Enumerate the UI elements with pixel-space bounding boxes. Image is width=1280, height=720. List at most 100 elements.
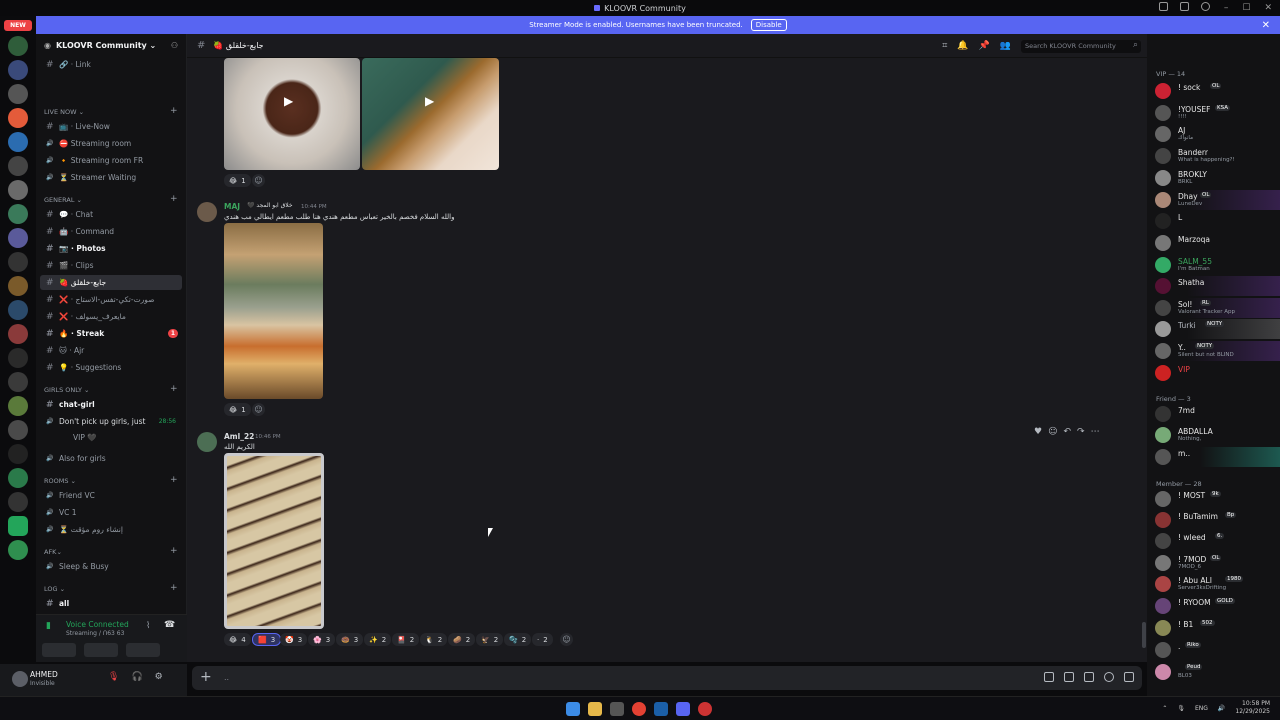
member-item[interactable]: Sol! RL Valorant Tracker App: [1147, 298, 1280, 318]
member-list-icon[interactable]: 👥: [1000, 41, 1011, 51]
channel-item[interactable]: 🔊 Also for girls: [40, 451, 182, 466]
chat-scrollbar[interactable]: [1142, 622, 1146, 648]
file-explorer-icon[interactable]: [588, 702, 602, 716]
disconnect-icon[interactable]: ☎: [164, 620, 175, 630]
server-icon[interactable]: [8, 180, 28, 200]
image-attachment[interactable]: [224, 223, 323, 399]
guild-header[interactable]: ◉ KLOOVR Community ⌄ ⚇: [36, 34, 186, 56]
play-icon[interactable]: ▶: [284, 94, 293, 108]
mic-tray-icon[interactable]: 🎙: [1177, 705, 1185, 712]
server-icon[interactable]: [8, 420, 28, 440]
add-channel-icon[interactable]: +: [170, 384, 178, 394]
member-item[interactable]: AJ مانواك: [1147, 124, 1280, 144]
reaction-chip[interactable]: 🎴 2: [392, 633, 420, 646]
tray-chevron-icon[interactable]: ⌃: [1162, 705, 1167, 712]
video-thumbnail[interactable]: [224, 58, 360, 170]
discord-taskbar-icon[interactable]: [676, 702, 690, 716]
channel-item[interactable]: # all: [40, 596, 182, 611]
add-channel-icon[interactable]: +: [170, 546, 178, 556]
category-general[interactable]: GENERAL ⌄ +: [44, 194, 178, 204]
add-channel-icon[interactable]: +: [170, 583, 178, 593]
new-badge[interactable]: NEW: [4, 20, 32, 31]
server-icon[interactable]: [8, 156, 28, 176]
channel-item[interactable]: 🔊 ⏳ Streamer Waiting: [40, 170, 182, 185]
channel-item[interactable]: # 🐱 · Ajr: [40, 343, 182, 358]
add-channel-icon[interactable]: +: [170, 106, 178, 116]
channel-item[interactable]: 🔊 Friend VC: [40, 488, 182, 503]
steam-icon[interactable]: [654, 702, 668, 716]
reaction-chip[interactable]: 🦅 2: [476, 633, 504, 646]
composer-placeholder[interactable]: ..: [224, 673, 229, 682]
reaction-chip[interactable]: 😂 4: [224, 633, 251, 646]
pin-icon[interactable]: [1159, 2, 1168, 11]
channel-item[interactable]: # 🍓 جايع-خلقلق: [40, 275, 182, 290]
member-item[interactable]: ! sock OL: [1147, 81, 1280, 101]
server-icon[interactable]: [8, 444, 28, 464]
close-banner-icon[interactable]: ✕: [1262, 20, 1270, 31]
server-icon[interactable]: [8, 132, 28, 152]
reaction-chip[interactable]: 🐧 2: [420, 633, 448, 646]
server-icon[interactable]: [8, 108, 28, 128]
member-item[interactable]: L: [1147, 211, 1280, 231]
server-icon[interactable]: [8, 60, 28, 80]
channel-item[interactable]: # 🤖 · Command: [40, 224, 182, 239]
member-item[interactable]: Peud BL03: [1147, 662, 1280, 682]
channel-item[interactable]: # chat-girl: [40, 397, 182, 412]
reaction-chip[interactable]: ✨ 2: [364, 633, 392, 646]
member-item[interactable]: Marzoqa: [1147, 233, 1280, 253]
minimize-button[interactable]: –: [1224, 3, 1229, 13]
member-item[interactable]: Shatha: [1147, 276, 1280, 296]
member-item[interactable]: Y.. NOTY Silent but not BLIND: [1147, 341, 1280, 361]
activities-button[interactable]: [126, 643, 160, 657]
server-icon[interactable]: [8, 276, 28, 296]
more-options-icon[interactable]: ⋯: [1091, 427, 1100, 437]
start-icon[interactable]: [566, 702, 580, 716]
deafen-icon[interactable]: 🎧: [131, 672, 142, 682]
message-author[interactable]: MAJ: [224, 202, 240, 211]
server-icon[interactable]: [8, 492, 28, 512]
threads-icon[interactable]: ⌗: [942, 41, 947, 51]
channel-item[interactable]: 🔊 Don't pick up girls, just 28:56: [40, 414, 182, 429]
server-icon[interactable]: [8, 540, 28, 560]
screen-share-button[interactable]: [84, 643, 118, 657]
channel-item[interactable]: 🔊 VC 1: [40, 505, 182, 520]
server-icon[interactable]: [8, 324, 28, 344]
forward-icon[interactable]: ↷: [1077, 427, 1085, 437]
channel-item[interactable]: VIP 🖤: [40, 430, 182, 445]
channel-item[interactable]: # 📺 · Live-Now: [40, 119, 182, 134]
server-icon[interactable]: [8, 228, 28, 248]
sticker-icon[interactable]: [1084, 672, 1094, 682]
clock[interactable]: 10:58 PM 12/29/2025: [1235, 700, 1270, 716]
help-icon[interactable]: [1201, 2, 1210, 11]
member-item[interactable]: 7md: [1147, 404, 1280, 424]
add-reaction-icon[interactable]: ☺: [252, 403, 265, 416]
add-channel-icon[interactable]: +: [170, 194, 178, 204]
member-item[interactable]: !YOUSEF KSA!!!!: [1147, 103, 1280, 123]
close-window-button[interactable]: ✕: [1264, 3, 1272, 13]
reaction-chip[interactable]: 🟥 3: [252, 633, 282, 646]
server-icon[interactable]: [8, 300, 28, 320]
server-icon[interactable]: [8, 396, 28, 416]
notification-bell-icon[interactable]: 🔔: [957, 41, 968, 51]
channel-item[interactable]: 🔊 Sleep & Busy: [40, 559, 182, 574]
member-item[interactable]: Dhay OL LuneDev: [1147, 190, 1280, 210]
channel-item[interactable]: # ❌ · مايعرف_يسولف: [40, 309, 182, 324]
member-item[interactable]: ! 7MOD OL 7MOD_6: [1147, 553, 1280, 573]
settings-gear-icon[interactable]: ⚙: [155, 672, 163, 682]
channel-item[interactable]: 🔊 ⛔ Streaming room: [40, 136, 182, 151]
server-icon[interactable]: [8, 36, 28, 56]
inbox-icon[interactable]: [1180, 2, 1189, 11]
channel-item[interactable]: # 💬 · Chat: [40, 207, 182, 222]
chrome-icon[interactable]: [632, 702, 646, 716]
server-icon[interactable]: [8, 372, 28, 392]
server-icon[interactable]: [8, 84, 28, 104]
reaction-chip[interactable]: 🌸 3: [308, 633, 336, 646]
category-rooms[interactable]: rooms ⌄ +: [44, 475, 178, 485]
channel-item[interactable]: # 💡 · Suggestions: [40, 360, 182, 375]
add-reaction-icon[interactable]: ☺: [252, 174, 265, 187]
gif-icon[interactable]: [1064, 672, 1074, 682]
heart-react-icon[interactable]: ♥: [1034, 427, 1042, 437]
reaction-chip[interactable]: 🥔 2: [448, 633, 476, 646]
reply-icon[interactable]: ↶: [1063, 427, 1071, 437]
server-icon[interactable]: [8, 516, 28, 536]
